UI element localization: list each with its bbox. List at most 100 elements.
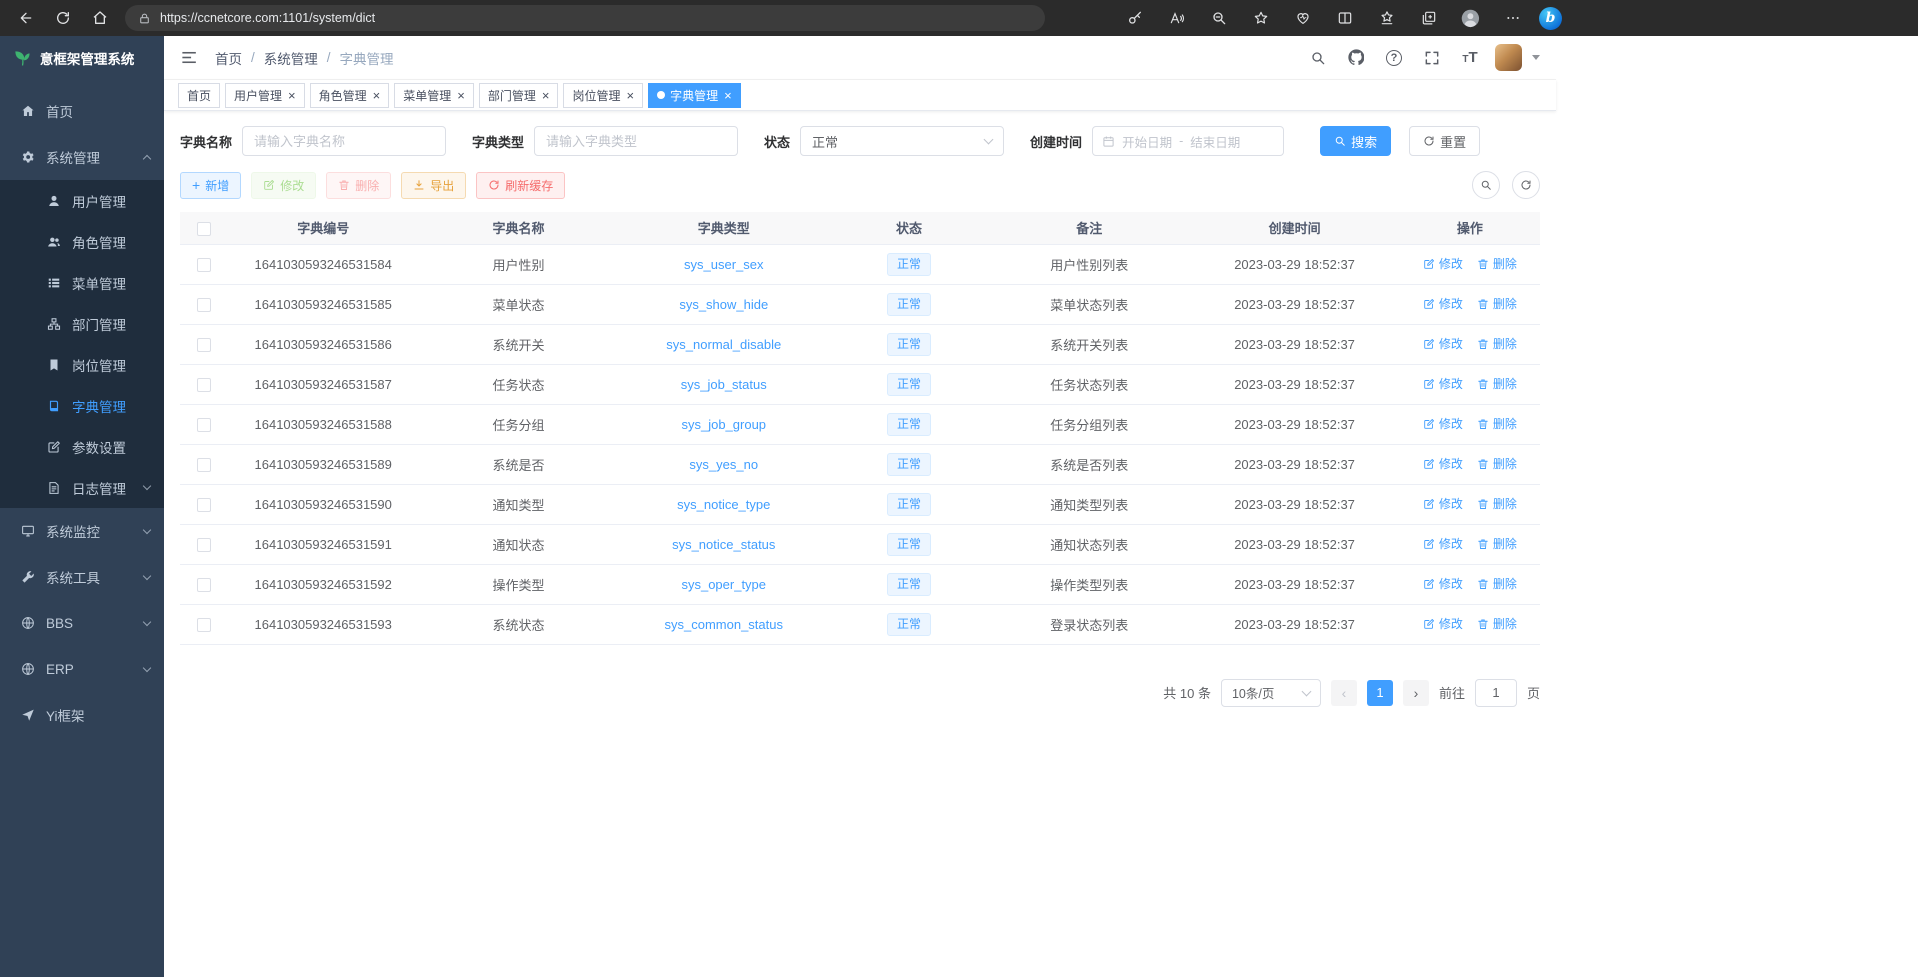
sidebar-item-bbs[interactable]: BBS — [0, 600, 164, 646]
tab-post-management[interactable]: 岗位管理× — [563, 83, 643, 108]
dict-type-input[interactable] — [534, 126, 738, 156]
split-screen-icon[interactable] — [1329, 5, 1360, 32]
row-delete-link[interactable]: 删除 — [1477, 535, 1517, 552]
current-page-button[interactable]: 1 — [1367, 680, 1393, 706]
row-delete-link[interactable]: 删除 — [1477, 575, 1517, 592]
date-range-picker[interactable]: 开始日期 - 结束日期 — [1092, 126, 1284, 156]
row-delete-link[interactable]: 删除 — [1477, 295, 1517, 312]
row-checkbox[interactable] — [197, 458, 211, 472]
search-icon[interactable] — [1303, 43, 1333, 73]
sidebar-item-user-management[interactable]: 用户管理 — [0, 180, 164, 221]
sidebar-item-system-management[interactable]: 系统管理 — [0, 134, 164, 180]
add-button[interactable]: + 新增 — [180, 172, 241, 199]
tab-dict-management[interactable]: 字典管理× — [648, 83, 741, 108]
row-delete-link[interactable]: 删除 — [1477, 335, 1517, 352]
reset-button[interactable]: 重置 — [1409, 126, 1480, 156]
row-edit-link[interactable]: 修改 — [1423, 295, 1463, 312]
row-edit-link[interactable]: 修改 — [1423, 615, 1463, 632]
back-icon[interactable] — [10, 5, 41, 32]
row-checkbox[interactable] — [197, 618, 211, 632]
tab-close-icon[interactable]: × — [457, 89, 465, 102]
search-button[interactable]: 搜索 — [1320, 126, 1391, 156]
favorites-bar-icon[interactable] — [1371, 5, 1402, 32]
zoom-out-icon[interactable] — [1203, 5, 1234, 32]
dict-type-link[interactable]: sys_user_sex — [684, 257, 763, 272]
hamburger-icon[interactable] — [180, 48, 199, 67]
sidebar-item-yi-framework[interactable]: Yi框架 — [0, 692, 164, 738]
row-delete-link[interactable]: 删除 — [1477, 415, 1517, 432]
toggle-search-button[interactable] — [1472, 171, 1500, 199]
tab-close-icon[interactable]: × — [373, 89, 381, 102]
status-select[interactable]: 正常 — [800, 126, 1004, 156]
row-edit-link[interactable]: 修改 — [1423, 575, 1463, 592]
collections-icon[interactable] — [1413, 5, 1444, 32]
next-page-button[interactable]: › — [1403, 680, 1429, 706]
row-checkbox[interactable] — [197, 538, 211, 552]
tab-user-management[interactable]: 用户管理× — [225, 83, 305, 108]
browser-home-icon[interactable] — [84, 5, 115, 32]
tab-home[interactable]: 首页 — [178, 83, 220, 108]
row-edit-link[interactable]: 修改 — [1423, 495, 1463, 512]
bing-chat-icon[interactable]: b — [1539, 7, 1562, 30]
sidebar-item-role-management[interactable]: 角色管理 — [0, 221, 164, 262]
read-aloud-icon[interactable] — [1161, 5, 1192, 32]
row-edit-link[interactable]: 修改 — [1423, 535, 1463, 552]
sidebar-item-dict-management[interactable]: 字典管理 — [0, 385, 164, 426]
select-all-checkbox[interactable] — [197, 222, 211, 236]
dict-type-link[interactable]: sys_oper_type — [681, 577, 766, 592]
tab-close-icon[interactable]: × — [724, 89, 732, 102]
row-edit-link[interactable]: 修改 — [1423, 455, 1463, 472]
tab-role-management[interactable]: 角色管理× — [310, 83, 390, 108]
font-size-icon[interactable]: TT — [1455, 43, 1485, 73]
refresh-icon[interactable] — [47, 5, 78, 32]
row-delete-link[interactable]: 删除 — [1477, 255, 1517, 272]
row-edit-link[interactable]: 修改 — [1423, 255, 1463, 272]
edit-button[interactable]: 修改 — [251, 172, 316, 199]
goto-page-input[interactable] — [1475, 679, 1517, 707]
key-icon[interactable] — [1119, 5, 1150, 32]
refresh-cache-button[interactable]: 刷新缓存 — [476, 172, 565, 199]
profile-avatar-icon[interactable] — [1455, 5, 1486, 32]
dict-type-link[interactable]: sys_job_group — [681, 417, 766, 432]
sidebar-item-menu-management[interactable]: 菜单管理 — [0, 262, 164, 303]
row-delete-link[interactable]: 删除 — [1477, 375, 1517, 392]
row-checkbox[interactable] — [197, 418, 211, 432]
tab-close-icon[interactable]: × — [626, 89, 634, 102]
row-checkbox[interactable] — [197, 258, 211, 272]
dict-type-link[interactable]: sys_yes_no — [689, 457, 758, 472]
page-size-select[interactable]: 10条/页 — [1221, 679, 1321, 707]
dict-name-input[interactable] — [242, 126, 446, 156]
avatar-caret-down-icon[interactable] — [1532, 55, 1540, 60]
dict-type-link[interactable]: sys_common_status — [665, 617, 784, 632]
row-checkbox[interactable] — [197, 298, 211, 312]
dict-type-link[interactable]: sys_notice_status — [672, 537, 775, 552]
row-delete-link[interactable]: 删除 — [1477, 495, 1517, 512]
sidebar-item-system-tools[interactable]: 系统工具 — [0, 554, 164, 600]
export-button[interactable]: 导出 — [401, 172, 466, 199]
row-edit-link[interactable]: 修改 — [1423, 335, 1463, 352]
tab-dept-management[interactable]: 部门管理× — [479, 83, 559, 108]
sidebar-item-log-management[interactable]: 日志管理 — [0, 467, 164, 508]
dict-type-link[interactable]: sys_show_hide — [679, 297, 768, 312]
dict-type-link[interactable]: sys_normal_disable — [666, 337, 781, 352]
prev-page-button[interactable]: ‹ — [1331, 680, 1357, 706]
browser-essentials-icon[interactable] — [1287, 5, 1318, 32]
delete-button[interactable]: 删除 — [326, 172, 391, 199]
favorite-star-icon[interactable] — [1245, 5, 1276, 32]
address-bar[interactable]: https://ccnetcore.com:1101/system/dict — [125, 5, 1045, 31]
github-icon[interactable] — [1341, 43, 1371, 73]
app-logo[interactable]: 意框架管理系统 — [0, 36, 164, 80]
row-delete-link[interactable]: 删除 — [1477, 615, 1517, 632]
row-checkbox[interactable] — [197, 338, 211, 352]
row-edit-link[interactable]: 修改 — [1423, 375, 1463, 392]
more-menu-icon[interactable] — [1497, 5, 1528, 32]
sidebar-item-dept-management[interactable]: 部门管理 — [0, 303, 164, 344]
breadcrumb-item[interactable]: 首页 — [215, 48, 242, 68]
sidebar-item-post-management[interactable]: 岗位管理 — [0, 344, 164, 385]
breadcrumb-item[interactable]: 系统管理 — [264, 48, 318, 68]
tab-menu-management[interactable]: 菜单管理× — [394, 83, 474, 108]
sidebar-item-erp[interactable]: ERP — [0, 646, 164, 692]
row-edit-link[interactable]: 修改 — [1423, 415, 1463, 432]
sidebar-item-system-monitor[interactable]: 系统监控 — [0, 508, 164, 554]
tab-close-icon[interactable]: × — [542, 89, 550, 102]
